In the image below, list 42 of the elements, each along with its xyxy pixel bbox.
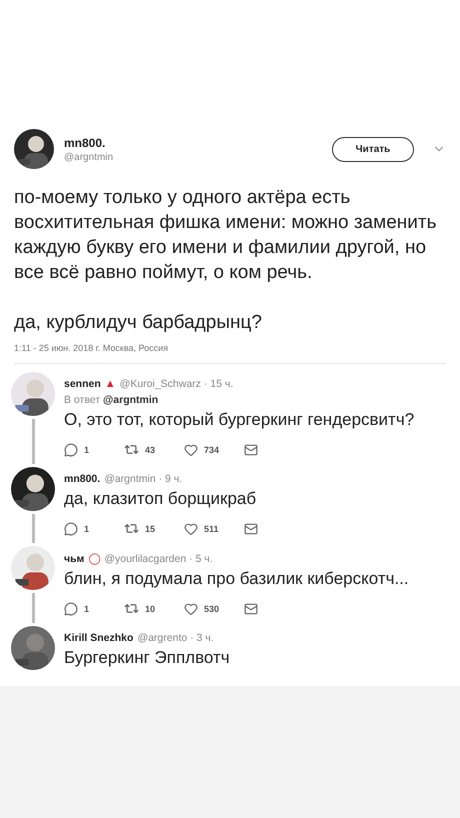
heart-icon[interactable]	[184, 522, 198, 536]
tweet-text: по-моему только у одного актёра есть восхитительная фишка имени: можно заменить каждую букву его имени и фамилии другой, но все всё равно поймут, о ком речь.	[14, 186, 438, 285]
reply-text: О, это тот, который бургеркинг гендерсвитч?	[64, 410, 416, 430]
tweet-text: да, курблидуч барбадрынц?	[14, 311, 263, 335]
reply-author-name: чьм	[64, 552, 84, 564]
retweet-count: 43	[145, 444, 156, 454]
like-count: 530	[204, 604, 220, 614]
reply-to-text: В ответ @argntmin	[64, 394, 160, 406]
retweet-count: 10	[145, 604, 156, 614]
reply-icon[interactable]	[64, 442, 78, 456]
reply-handle: @yourlilacgarden · 5 ч.	[104, 552, 213, 564]
author-name: mn800.	[64, 136, 106, 150]
reply-handle: @argrento · 3 ч.	[137, 632, 214, 644]
reply-text: Бургеркинг Эпплвотч	[64, 648, 231, 668]
tweet-timestamp: 1:11 - 25 июн. 2018 г. Москва, Россия	[14, 343, 446, 364]
retweet-icon[interactable]	[124, 442, 139, 457]
like-count: 734	[204, 444, 220, 454]
follow-button[interactable]: Читать	[332, 136, 414, 162]
retweet-icon[interactable]	[124, 521, 139, 536]
reply-count: 1	[84, 524, 90, 534]
reply-icon[interactable]	[64, 602, 78, 616]
heart-icon[interactable]	[184, 442, 198, 456]
retweet-icon[interactable]	[124, 601, 139, 616]
reply-text: да, клазитоп борщикраб	[64, 489, 258, 509]
like-count: 511	[204, 524, 219, 534]
reply-author-name: mn800.	[64, 473, 100, 485]
reply-author-name: sennen	[64, 378, 101, 390]
mail-icon[interactable]	[244, 602, 258, 616]
badge-symbol: ◯	[88, 552, 100, 565]
reply-handle: @Kuroi_Schwarz · 15 ч.	[120, 378, 234, 390]
reply-count: 1	[84, 444, 90, 454]
reply-text: блин, я подумала про базилик киберскотч...	[64, 569, 410, 589]
reply-count: 1	[84, 604, 90, 614]
heart-icon[interactable]	[184, 602, 198, 616]
author-handle: @argntmin	[64, 152, 114, 162]
retweet-count: 15	[145, 524, 156, 534]
mail-icon[interactable]	[244, 442, 258, 456]
reply-handle: @argntmin · 9 ч.	[104, 473, 182, 485]
reply-author-name: Kirill Snezhko	[64, 632, 134, 644]
reply-icon[interactable]	[64, 522, 78, 536]
badge-symbol: ▲	[104, 378, 116, 390]
mail-icon[interactable]	[244, 522, 258, 536]
